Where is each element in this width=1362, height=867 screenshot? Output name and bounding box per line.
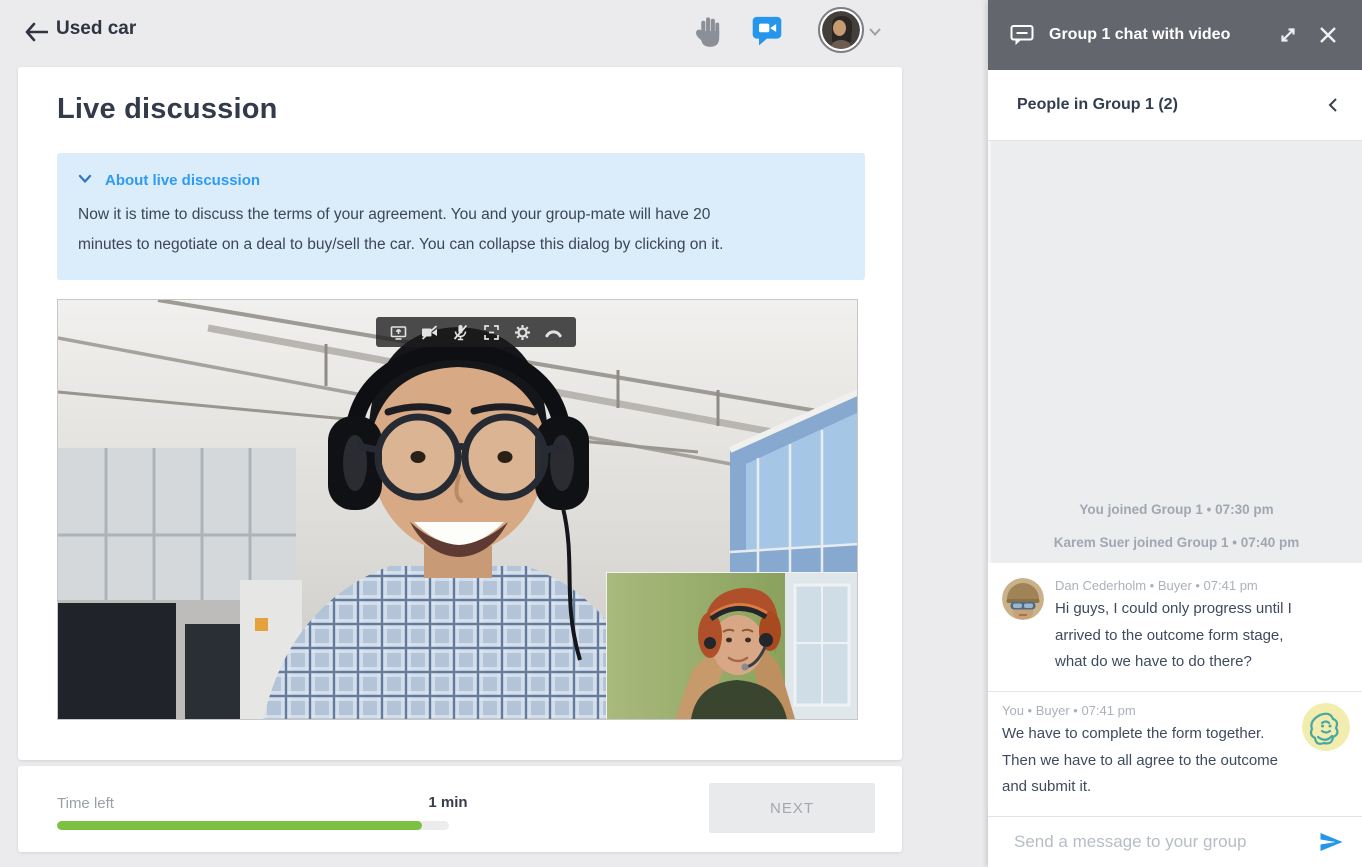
- settings-gear-icon[interactable]: [514, 324, 531, 341]
- chat-panel-title: Group 1 chat with video: [1049, 26, 1275, 44]
- live-discussion-card: Live discussion About live discussion No…: [18, 67, 902, 760]
- dan-avatar: [1002, 578, 1044, 620]
- system-message: You joined Group 1 • 07:30 pm: [1001, 502, 1352, 517]
- about-collapsible-panel[interactable]: About live discussion Now it is time to …: [57, 153, 865, 280]
- chat-message: You • Buyer • 07:41 pm We have to comple…: [988, 691, 1362, 816]
- chevron-down-icon: [78, 171, 92, 189]
- avatar-dropdown-chevron-icon[interactable]: [868, 24, 882, 42]
- collapse-chevron-icon[interactable]: [1328, 97, 1338, 113]
- system-message: Karem Suer joined Group 1 • 07:40 pm: [1001, 535, 1352, 550]
- time-progress-fill: [57, 821, 422, 830]
- send-icon[interactable]: [1316, 827, 1346, 857]
- chat-panel-header: Group 1 chat with video: [988, 0, 1362, 70]
- time-left-value: 1 min: [388, 794, 508, 811]
- chat-bubble-icon: [1009, 22, 1035, 48]
- video-call-view: [57, 299, 858, 720]
- raise-hand-icon[interactable]: [694, 14, 724, 48]
- close-icon[interactable]: [1315, 22, 1341, 48]
- video-chat-icon[interactable]: [751, 14, 783, 46]
- time-progress-bar: [57, 821, 449, 830]
- about-title: About live discussion: [105, 172, 260, 189]
- camera-off-icon[interactable]: [421, 324, 438, 341]
- next-button[interactable]: NEXT: [709, 783, 875, 833]
- top-bar: Used car: [0, 0, 988, 66]
- screen-share-icon[interactable]: [390, 324, 407, 341]
- page-title: Used car: [56, 18, 136, 40]
- message-meta: Dan Cederholm • Buyer • 07:41 pm: [1055, 578, 1319, 593]
- message-text: We have to complete the form together. T…: [1002, 721, 1298, 801]
- hang-up-icon[interactable]: [545, 324, 562, 341]
- back-button[interactable]: [22, 18, 50, 46]
- expand-icon[interactable]: [1275, 22, 1301, 48]
- fullscreen-icon[interactable]: [483, 324, 500, 341]
- people-header-title: People in Group 1 (2): [1017, 96, 1328, 114]
- chat-message-input[interactable]: [1014, 832, 1316, 852]
- chat-message: Dan Cederholm • Buyer • 07:41 pm Hi guys…: [988, 563, 1362, 691]
- chat-message-list[interactable]: You joined Group 1 • 07:30 pm Karem Suer…: [988, 141, 1362, 563]
- chat-input-row: [988, 816, 1362, 867]
- about-description: Now it is time to discuss the terms of y…: [78, 200, 768, 260]
- user-avatar[interactable]: [818, 7, 864, 53]
- self-video-feed: [606, 572, 858, 720]
- you-avatar: [1302, 703, 1350, 751]
- message-meta: You • Buyer • 07:41 pm: [1002, 703, 1348, 718]
- message-text: Hi guys, I could only progress until I a…: [1055, 596, 1319, 676]
- people-header-row: People in Group 1 (2): [988, 70, 1362, 141]
- mic-off-icon[interactable]: [452, 324, 469, 341]
- time-left-label: Time left: [57, 795, 114, 812]
- call-toolbar: [376, 317, 576, 347]
- group-chat-panel: Group 1 chat with video People in Group …: [988, 0, 1362, 867]
- section-heading: Live discussion: [57, 93, 278, 126]
- timer-footer: Time left 1 min NEXT: [18, 766, 902, 852]
